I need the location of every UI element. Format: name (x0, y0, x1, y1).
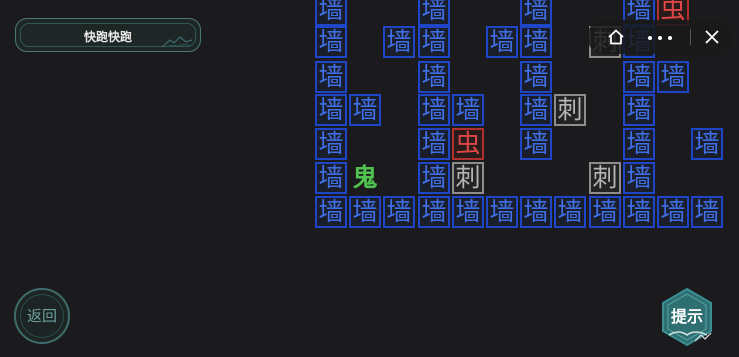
wall-tile: 墙 (315, 162, 347, 194)
spike-tile: 刺 (589, 162, 621, 194)
spike-tile: 刺 (554, 94, 586, 126)
wall-tile: 墙 (589, 196, 621, 228)
wall-tile: 墙 (691, 128, 723, 160)
wall-tile: 墙 (691, 196, 723, 228)
wall-tile: 墙 (623, 94, 655, 126)
wall-tile: 墙 (418, 26, 450, 58)
wall-tile: 墙 (315, 26, 347, 58)
capsule-divider (690, 29, 691, 45)
miniprogram-capsule (587, 20, 732, 54)
wall-tile: 墙 (315, 128, 347, 160)
wall-tile: 墙 (383, 196, 415, 228)
wall-tile: 墙 (315, 94, 347, 126)
worm-tile: 虫 (452, 128, 484, 160)
wall-tile: 墙 (418, 0, 450, 26)
wall-tile: 墙 (418, 196, 450, 228)
ghost-tile: 鬼 (352, 163, 378, 192)
wall-tile: 墙 (520, 94, 552, 126)
wall-tile: 墙 (349, 196, 381, 228)
wall-tile: 墙 (418, 94, 450, 126)
more-dots-icon[interactable] (647, 36, 673, 40)
wall-tile: 墙 (486, 26, 518, 58)
wall-tile: 墙 (623, 128, 655, 160)
wall-tile: 墙 (657, 196, 689, 228)
wall-tile: 墙 (520, 0, 552, 26)
wall-tile: 墙 (383, 26, 415, 58)
title-banner: 快跑快跑 (15, 18, 201, 52)
wall-tile: 墙 (452, 94, 484, 126)
wall-tile: 墙 (520, 26, 552, 58)
back-label: 返回 (26, 307, 57, 325)
wall-tile: 墙 (315, 61, 347, 93)
home-icon[interactable] (607, 28, 625, 46)
hint-label: 提示 (670, 307, 703, 326)
wall-tile: 墙 (486, 196, 518, 228)
wall-tile: 墙 (554, 196, 586, 228)
wall-tile: 墙 (315, 196, 347, 228)
wall-tile: 墙 (623, 162, 655, 194)
wall-tile: 墙 (520, 128, 552, 160)
wall-tile: 墙 (418, 61, 450, 93)
wall-tile: 墙 (418, 128, 450, 160)
close-icon[interactable] (704, 29, 720, 45)
wall-tile: 墙 (520, 61, 552, 93)
back-button[interactable]: 返回 (14, 288, 70, 344)
wall-tile: 墙 (657, 61, 689, 93)
hint-button[interactable]: 提示 (655, 285, 719, 349)
wall-tile: 墙 (520, 196, 552, 228)
wall-tile: 墙 (418, 162, 450, 194)
wall-tile: 墙 (315, 0, 347, 26)
wall-tile: 墙 (623, 196, 655, 228)
spike-tile: 刺 (452, 162, 484, 194)
wall-tile: 墙 (452, 196, 484, 228)
mountain-deco-icon (162, 36, 192, 48)
wall-tile: 墙 (349, 94, 381, 126)
wall-tile: 墙 (623, 61, 655, 93)
